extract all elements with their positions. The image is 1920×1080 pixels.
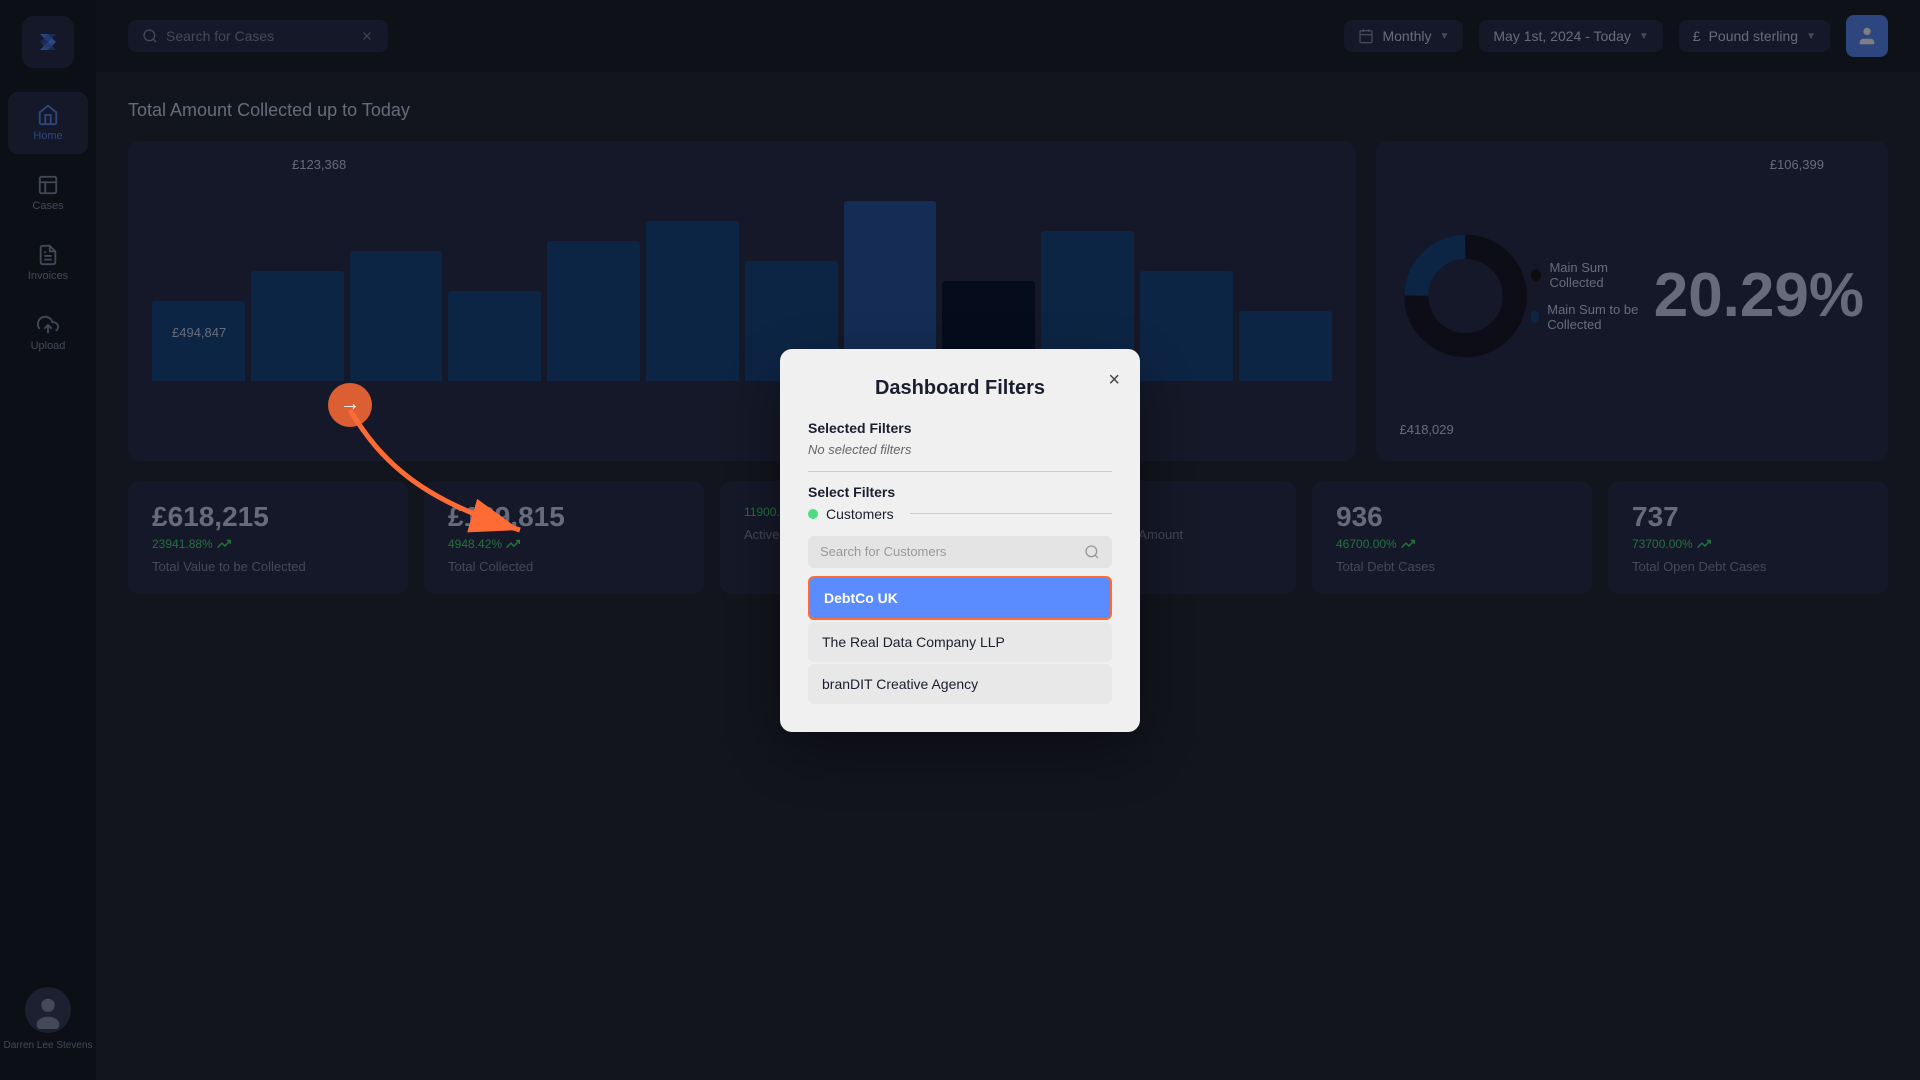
annotation-arrow: → [320,380,580,560]
select-filters-label: Select Filters [808,484,1112,500]
modal-divider [808,471,1112,472]
customer-search-input[interactable] [820,544,1076,559]
modal-close-button[interactable]: × [1108,369,1120,392]
no-filters-text: No selected filters [808,442,1112,457]
filter-item-realdata[interactable]: The Real Data Company LLP [808,622,1112,662]
customer-search-bar[interactable] [808,536,1112,568]
filter-list: DebtCo UK The Real Data Company LLP bran… [808,576,1112,704]
filter-item-brandit[interactable]: branDIT Creative Agency [808,664,1112,704]
selected-filters-label: Selected Filters [808,420,1112,436]
modal-overlay[interactable]: × Dashboard Filters Selected Filters No … [0,0,1920,1080]
modal-title: Dashboard Filters [808,377,1112,400]
filter-item-debtco[interactable]: DebtCo UK [808,576,1112,620]
dashboard-filters-modal: × Dashboard Filters Selected Filters No … [780,349,1140,732]
customer-search-icon [1084,544,1100,560]
filter-divider-line [910,513,1112,514]
customers-label: Customers [826,506,894,522]
customers-filter-label: Customers [808,506,1112,522]
customers-dot-icon [808,509,818,519]
svg-text:→: → [340,393,360,415]
